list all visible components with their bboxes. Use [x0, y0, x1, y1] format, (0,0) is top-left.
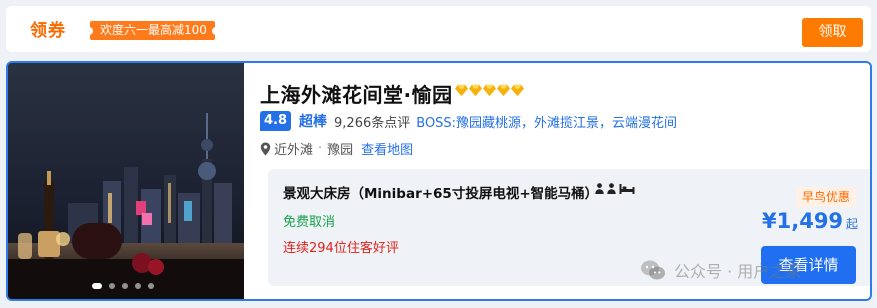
rating-row: 4.8 超棒 9,266条点评 BOSS:豫园藏桃源，外滩揽江景，云端漫花间 — [260, 111, 677, 131]
carousel-dot[interactable] — [122, 283, 128, 289]
hotel-night-view-photo — [8, 63, 244, 299]
free-cancellation: 免费取消 — [283, 215, 336, 230]
carousel-dots[interactable] — [92, 283, 154, 289]
coupon-promo-tag: 欢度六一最高减100 — [85, 21, 220, 40]
diamond-icon — [511, 84, 524, 97]
price-suffix: 起 — [846, 217, 859, 231]
score-label: 超棒 — [299, 114, 328, 130]
diamond-icon — [455, 84, 468, 97]
review-count-link[interactable]: 9,266条点评 — [334, 112, 410, 131]
boss-recommendation: BOSS:豫园藏桃源，外滩揽江景，云端漫花间 — [416, 115, 678, 131]
coupon-title: 领券 — [30, 21, 66, 41]
claim-coupon-button[interactable]: 领取 — [802, 18, 863, 47]
room-capacity-icons — [595, 183, 635, 194]
early-bird-tag: 早鸟优惠 — [796, 187, 857, 207]
diamond-icon — [483, 84, 496, 97]
guest-praise: 连续294位住客好评 — [283, 241, 399, 256]
price-value: ¥1,499 — [762, 209, 844, 233]
hotel-photo[interactable] — [8, 63, 244, 299]
watermark-text: 公众号 · 用户之家 — [674, 262, 802, 281]
carousel-dot[interactable] — [135, 283, 141, 289]
wechat-icon — [641, 260, 665, 280]
location-near: 近外滩 — [274, 143, 314, 158]
room-name: 景观大床房（Minibar+65寸投屏电视+智能马桶） — [283, 186, 599, 202]
view-map-link[interactable]: 查看地图 — [361, 139, 413, 158]
location-pin-icon — [260, 142, 271, 155]
hotel-name[interactable]: 上海外滩花间堂·愉园 — [260, 79, 453, 108]
person-icon — [595, 183, 604, 194]
carousel-dot[interactable] — [148, 283, 154, 289]
diamond-icon — [497, 84, 510, 97]
person-icon — [607, 183, 616, 194]
carousel-dot[interactable] — [109, 283, 115, 289]
score-badge: 4.8 — [260, 111, 292, 131]
bed-icon — [619, 184, 635, 194]
carousel-dot-active[interactable] — [92, 283, 102, 289]
price: ¥1,499 起 — [762, 209, 858, 233]
diamond-rating — [455, 84, 524, 97]
diamond-icon — [469, 84, 482, 97]
location-area: 豫园 — [327, 143, 354, 158]
watermark: 公众号 · 用户之家 — [640, 258, 801, 282]
coupon-bar: 领券 欢度六一最高减100 领取 — [6, 6, 871, 52]
location-separator: · — [318, 141, 323, 156]
location-row: 近外滩 · 豫园 查看地图 — [260, 139, 413, 158]
